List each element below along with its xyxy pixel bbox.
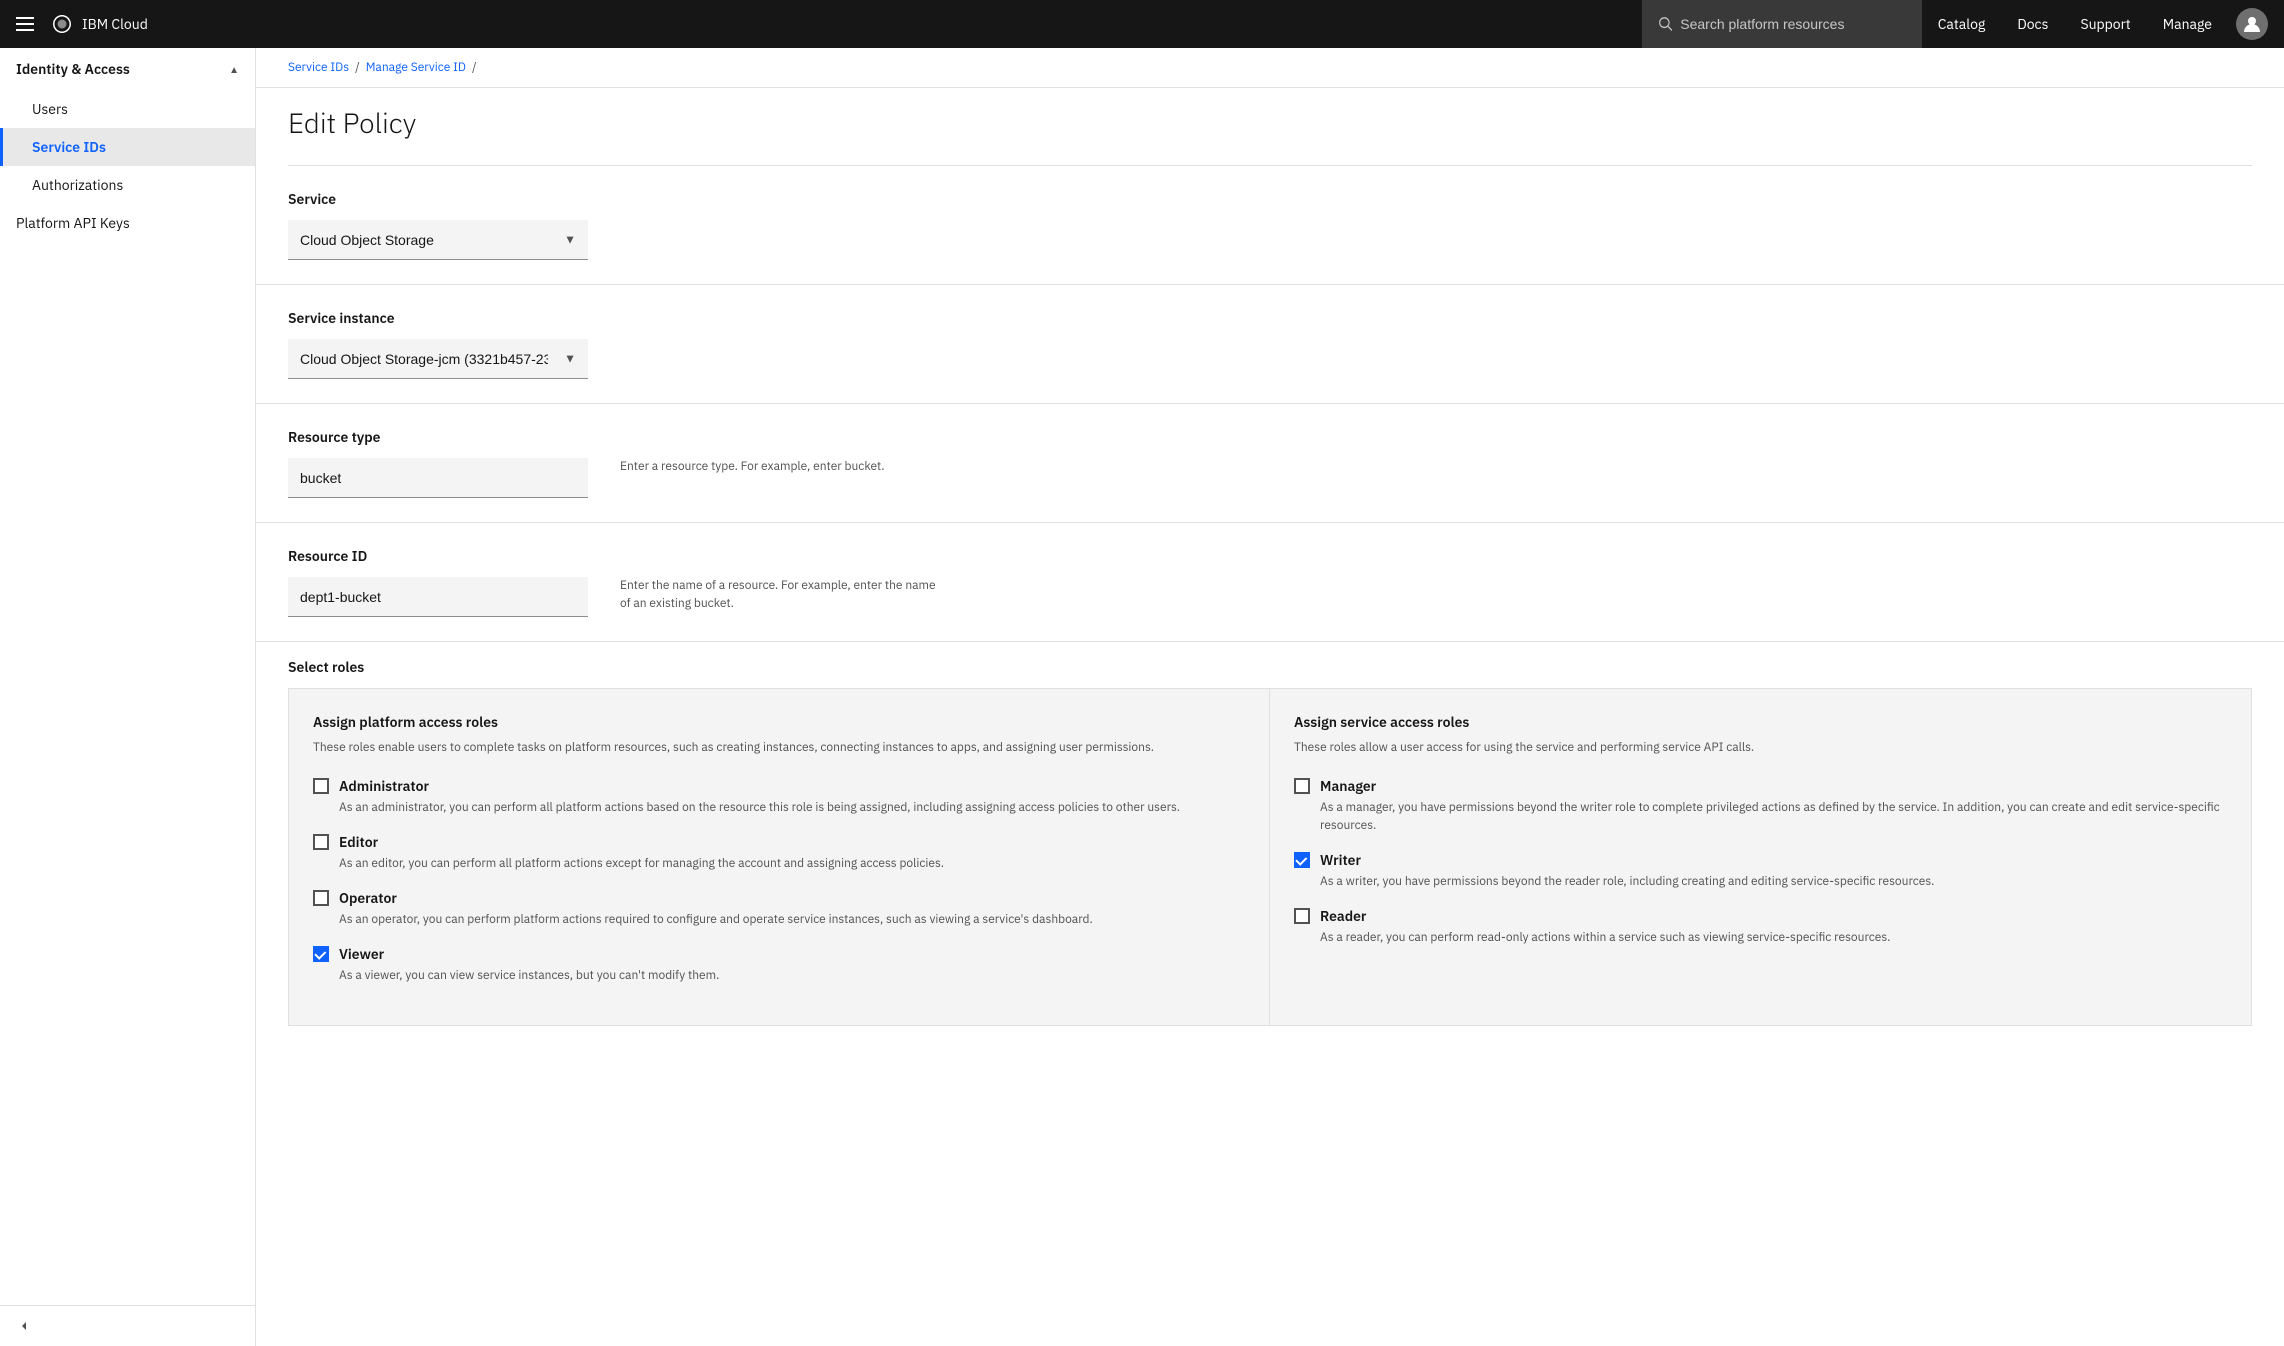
role-operator-header: Operator <box>313 889 1245 907</box>
brand-logo: IBM Cloud <box>50 12 148 36</box>
service-roles-title: Assign service access roles <box>1294 713 2227 731</box>
role-administrator: Administrator As an administrator, you c… <box>313 777 1245 817</box>
editor-desc: As an editor, you can perform all platfo… <box>339 855 1245 873</box>
resource-id-label: Resource ID <box>288 547 2252 565</box>
manager-name: Manager <box>1320 777 1376 795</box>
service-select[interactable]: Cloud Object Storage <box>288 220 588 260</box>
role-manager: Manager As a manager, you have permissio… <box>1294 777 2227 835</box>
select-roles-label: Select roles <box>288 642 2252 688</box>
breadcrumb-manage-service-id[interactable]: Manage Service ID <box>366 60 466 75</box>
manager-desc: As a manager, you have permissions beyon… <box>1320 799 2227 835</box>
sidebar-item-authorizations[interactable]: Authorizations <box>0 166 255 204</box>
sidebar: Identity & Access ▲ Users Service IDs Au… <box>0 48 256 1346</box>
chevron-up-icon: ▲ <box>229 63 239 76</box>
breadcrumb-sep-1: / <box>355 60 360 75</box>
breadcrumb: Service IDs / Manage Service ID / <box>256 48 2284 88</box>
manage-link[interactable]: Manage <box>2147 0 2228 48</box>
hamburger-menu[interactable] <box>16 17 34 31</box>
editor-checkbox[interactable] <box>313 834 329 850</box>
service-roles-desc: These roles allow a user access for usin… <box>1294 739 2227 757</box>
resource-type-hint: Enter a resource type. For example, ente… <box>620 458 885 476</box>
resource-id-input[interactable] <box>288 577 588 617</box>
viewer-desc: As a viewer, you can view service instan… <box>339 967 1245 985</box>
service-instance-section: Service instance Cloud Object Storage-jc… <box>256 285 2284 404</box>
writer-name: Writer <box>1320 851 1361 869</box>
administrator-checkbox[interactable] <box>313 778 329 794</box>
top-navigation: IBM Cloud Catalog Docs Support Manage <box>0 0 2284 48</box>
manager-checkbox[interactable] <box>1294 778 1310 794</box>
sidebar-item-users[interactable]: Users <box>0 90 255 128</box>
role-writer: Writer As a writer, you have permissions… <box>1294 851 2227 891</box>
sidebar-section-identity-access[interactable]: Identity & Access ▲ <box>0 48 255 90</box>
role-writer-header: Writer <box>1294 851 2227 869</box>
search-icon <box>1658 16 1673 32</box>
service-instance-select[interactable]: Cloud Object Storage-jcm (3321b457-23ee-… <box>288 339 588 379</box>
reader-desc: As a reader, you can perform read-only a… <box>1320 929 2227 947</box>
sidebar-section-label: Identity & Access <box>16 60 130 78</box>
page-title-area: Edit Policy <box>256 88 2284 165</box>
resource-type-row: Enter a resource type. For example, ente… <box>288 458 2252 498</box>
role-viewer-header: Viewer <box>313 945 1245 963</box>
chevron-left-icon <box>16 1318 32 1334</box>
support-link[interactable]: Support <box>2064 0 2146 48</box>
platform-roles-title: Assign platform access roles <box>313 713 1245 731</box>
operator-desc: As an operator, you can perform platform… <box>339 911 1245 929</box>
role-reader-header: Reader <box>1294 907 2227 925</box>
search-input[interactable] <box>1680 16 1905 32</box>
role-editor-header: Editor <box>313 833 1245 851</box>
role-viewer: Viewer As a viewer, you can view service… <box>313 945 1245 985</box>
writer-checkbox[interactable] <box>1294 852 1310 868</box>
service-select-wrapper: Cloud Object Storage ▼ <box>288 220 588 260</box>
service-roles-column: Assign service access roles These roles … <box>1270 689 2251 1025</box>
sidebar-collapse-button[interactable] <box>0 1305 255 1346</box>
resource-id-hint: Enter the name of a resource. For exampl… <box>620 577 940 613</box>
resource-id-row: Enter the name of a resource. For exampl… <box>288 577 2252 617</box>
administrator-desc: As an administrator, you can perform all… <box>339 799 1245 817</box>
service-label: Service <box>288 190 2252 208</box>
operator-checkbox[interactable] <box>313 890 329 906</box>
nav-links: Catalog Docs Support Manage <box>1922 0 2228 48</box>
page-title: Edit Policy <box>288 104 416 141</box>
reader-name: Reader <box>1320 907 1366 925</box>
editor-name: Editor <box>339 833 378 851</box>
breadcrumb-service-ids[interactable]: Service IDs <box>288 60 349 75</box>
service-instance-label: Service instance <box>288 309 2252 327</box>
docs-link[interactable]: Docs <box>2001 0 2064 48</box>
writer-desc: As a writer, you have permissions beyond… <box>1320 873 2227 891</box>
roles-grid: Assign platform access roles These roles… <box>288 688 2252 1026</box>
resource-type-section: Resource type Enter a resource type. For… <box>256 404 2284 523</box>
operator-name: Operator <box>339 889 397 907</box>
select-roles-section: Select roles Assign platform access role… <box>288 642 2252 1058</box>
reader-checkbox[interactable] <box>1294 908 1310 924</box>
role-editor: Editor As an editor, you can perform all… <box>313 833 1245 873</box>
search-bar[interactable] <box>1642 0 1922 48</box>
service-section: Service Cloud Object Storage ▼ <box>256 166 2284 285</box>
administrator-name: Administrator <box>339 777 429 795</box>
viewer-name: Viewer <box>339 945 384 963</box>
breadcrumb-sep-2: / <box>472 60 477 75</box>
role-manager-header: Manager <box>1294 777 2227 795</box>
viewer-checkbox[interactable] <box>313 946 329 962</box>
sidebar-item-platform-api-keys[interactable]: Platform API Keys <box>0 204 255 242</box>
user-avatar[interactable] <box>2236 8 2268 40</box>
resource-id-section: Resource ID Enter the name of a resource… <box>256 523 2284 642</box>
catalog-link[interactable]: Catalog <box>1922 0 2002 48</box>
role-administrator-header: Administrator <box>313 777 1245 795</box>
platform-roles-desc: These roles enable users to complete tas… <box>313 739 1245 757</box>
resource-type-input[interactable] <box>288 458 588 498</box>
main-content: Service IDs / Manage Service ID / Edit P… <box>256 48 2284 1346</box>
sidebar-item-service-ids[interactable]: Service IDs <box>0 128 255 166</box>
platform-roles-column: Assign platform access roles These roles… <box>289 689 1270 1025</box>
role-operator: Operator As an operator, you can perform… <box>313 889 1245 929</box>
resource-type-label: Resource type <box>288 428 2252 446</box>
service-instance-select-wrapper: Cloud Object Storage-jcm (3321b457-23ee-… <box>288 339 588 379</box>
ibm-cloud-icon <box>50 12 74 36</box>
brand-name: IBM Cloud <box>82 15 148 33</box>
role-reader: Reader As a reader, you can perform read… <box>1294 907 2227 947</box>
